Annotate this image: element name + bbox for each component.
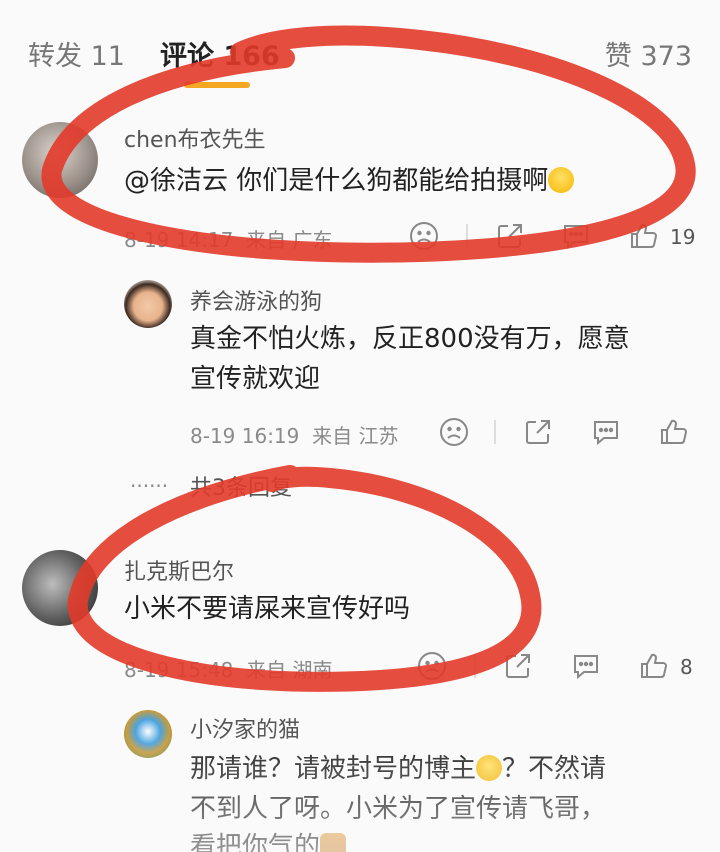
comment-time: 8-19 14:17 xyxy=(124,228,234,252)
view-replies-link[interactable]: 共3条回复 xyxy=(190,470,292,502)
share-icon[interactable] xyxy=(494,220,526,252)
comment-text: 小米不要请屎来宣传好吗 xyxy=(124,594,411,624)
dislike-face-icon[interactable] xyxy=(408,220,440,252)
avatar[interactable] xyxy=(22,122,98,198)
dog-emoji-icon xyxy=(320,833,347,852)
like-count: 19 xyxy=(670,225,696,249)
tab-comments[interactable]: 评论 166 xyxy=(160,34,280,73)
thinking-emoji-icon xyxy=(476,755,503,781)
avatar[interactable] xyxy=(124,280,172,328)
comment-username[interactable]: 扎克斯巴尔 xyxy=(124,554,234,586)
comment-meta: 8-19 16:19 来自 江苏 xyxy=(190,420,398,449)
share-icon[interactable] xyxy=(522,416,554,448)
dislike-face-icon[interactable] xyxy=(416,650,448,682)
comment-location: 来自 广东 xyxy=(246,228,333,252)
comment-text-line: 宣传就欢迎 xyxy=(190,364,321,394)
comment-text-part: ？不然请 xyxy=(502,754,607,784)
tab-repost[interactable]: 转发 11 xyxy=(28,34,125,73)
like-icon[interactable] xyxy=(658,416,690,448)
comment-text-line: 真金不怕火炼，反正800没有万，愿意 xyxy=(190,324,630,354)
reply-icon[interactable] xyxy=(590,416,622,448)
active-tab-indicator xyxy=(184,82,250,88)
avatar[interactable] xyxy=(22,550,98,626)
comment-location: 来自 江苏 xyxy=(312,424,399,448)
divider xyxy=(474,654,476,678)
dislike-face-icon[interactable] xyxy=(438,416,470,448)
comment-text-line: 看把你气的 xyxy=(190,826,347,852)
comment-time: 8-19 16:19 xyxy=(190,424,300,448)
comment-text-part: 那请谁？请被封号的博主 xyxy=(190,754,477,784)
reply-icon[interactable] xyxy=(570,650,602,682)
comment-text-line: 那请谁？请被封号的博主 ？不然请 xyxy=(190,748,606,790)
divider xyxy=(466,224,468,248)
like-count: 8 xyxy=(680,655,693,679)
comment-text-part: 看把你气的 xyxy=(190,832,321,852)
laughing-emoji-icon xyxy=(548,167,575,193)
like-icon[interactable] xyxy=(628,220,660,252)
comment-username[interactable]: 养会游泳的狗 xyxy=(190,284,322,316)
replies-dots: ······ xyxy=(130,474,169,498)
comment-text-line: 不到人了呀。小米为了宣传请飞哥， xyxy=(190,794,607,824)
comment-location: 来自 湖南 xyxy=(246,658,333,682)
comment-username[interactable]: 小汐家的猫 xyxy=(190,712,300,744)
comment-username[interactable]: chen布衣先生 xyxy=(124,122,266,154)
avatar[interactable] xyxy=(124,710,172,758)
comment-text: @徐洁云 你们是什么狗都能给拍摄啊 xyxy=(124,160,575,202)
tab-likes[interactable]: 赞 373 xyxy=(605,34,692,73)
comment-time: 8-19 15:48 xyxy=(124,658,234,682)
comment-text-content: @徐洁云 你们是什么狗都能给拍摄啊 xyxy=(124,166,549,196)
divider xyxy=(494,420,496,444)
comment-meta: 8-19 15:48 来自 湖南 xyxy=(124,654,332,683)
reply-icon[interactable] xyxy=(560,220,592,252)
comment-meta: 8-19 14:17 来自 广东 xyxy=(124,224,332,253)
share-icon[interactable] xyxy=(502,650,534,682)
like-icon[interactable] xyxy=(638,650,670,682)
